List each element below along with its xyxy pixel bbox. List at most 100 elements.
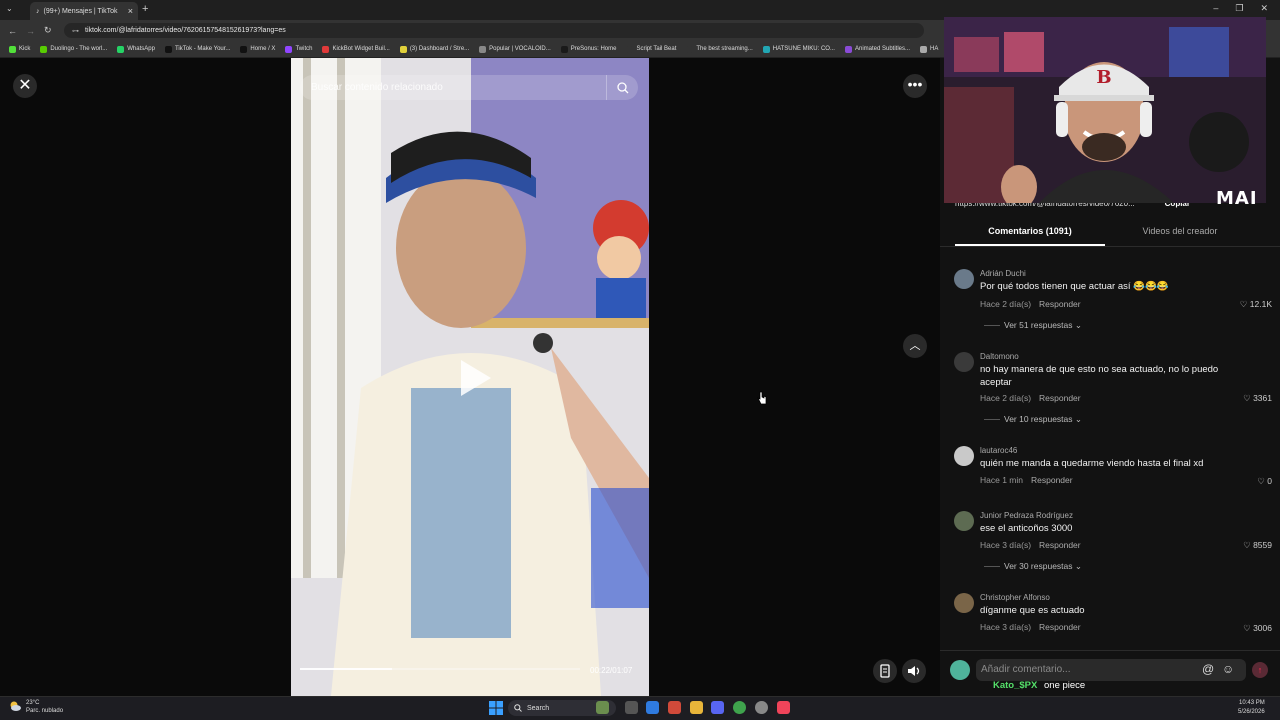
bookmark-item[interactable]: Home / X xyxy=(235,45,280,53)
comment-username[interactable]: lautaroc46 xyxy=(980,446,1017,455)
bookmark-favicon-icon xyxy=(40,45,48,53)
close-tab-icon[interactable]: × xyxy=(128,6,133,16)
comment-item: Daltomono no hay manera de que esto no se… xyxy=(954,352,1274,424)
forward-button[interactable]: → xyxy=(26,26,36,36)
tab-creator-videos[interactable]: Videos del creador xyxy=(1105,226,1255,246)
app-icon[interactable] xyxy=(668,701,681,714)
bookmark-item[interactable]: Kick xyxy=(4,45,35,53)
avatar[interactable] xyxy=(954,511,974,531)
volume-icon[interactable] xyxy=(902,659,926,683)
address-bar[interactable]: ⊶ tiktok.com/@lafridatorres/video/762061… xyxy=(64,23,924,38)
widget-icon[interactable] xyxy=(596,701,609,714)
bookmark-favicon-icon xyxy=(844,45,852,53)
settings-icon[interactable] xyxy=(755,701,768,714)
play-icon[interactable] xyxy=(455,358,495,398)
bookmark-label: WhatsApp xyxy=(127,46,155,52)
emoji-icon[interactable]: ☺ xyxy=(1222,662,1234,676)
bookmark-item[interactable]: (3) Dashboard / Stre... xyxy=(395,45,474,53)
view-replies-button[interactable]: Ver 10 respuestas ⌄ xyxy=(984,414,1082,425)
bookmark-label: Popular | VOCALOID... xyxy=(489,46,551,52)
reload-button[interactable]: ↻ xyxy=(44,25,54,36)
comment-text: díganme que es actuado xyxy=(980,605,1085,616)
bookmark-item[interactable]: Duolingo - The worl... xyxy=(35,45,112,53)
bookmark-item[interactable]: HATSUNE MIKU: CO... xyxy=(758,45,840,53)
reply-button[interactable]: Responder xyxy=(1039,393,1081,403)
avatar[interactable] xyxy=(954,446,974,466)
like-button[interactable]: ♡ 12.1K xyxy=(1240,299,1272,310)
comment-meta: Hace 2 día(s) Responder xyxy=(980,299,1081,309)
bookmark-favicon-icon xyxy=(9,45,16,53)
search-related-placeholder: Buscar contenido relacionado xyxy=(311,82,443,93)
bookmark-favicon-icon xyxy=(479,45,487,53)
caption-toggle-icon[interactable] xyxy=(873,659,897,683)
close-window-button[interactable]: ✕ xyxy=(1260,3,1268,14)
bookmark-item[interactable]: WhatsApp xyxy=(112,45,160,53)
tab-search-icon[interactable]: ⌄ xyxy=(6,4,13,13)
bookmark-item[interactable]: HA xyxy=(915,45,943,53)
heart-icon: ♡ xyxy=(1243,623,1251,633)
maximize-button[interactable]: ❐ xyxy=(1235,3,1243,14)
comment-username[interactable]: Christopher Alfonso xyxy=(980,593,1050,602)
tab-comments[interactable]: Comentarios (1091) xyxy=(955,226,1105,246)
file-explorer-icon[interactable] xyxy=(690,701,703,714)
like-button[interactable]: ♡ 0 xyxy=(1257,476,1272,487)
bookmark-item[interactable]: Script Tail Beat xyxy=(621,45,681,53)
reply-button[interactable]: Responder xyxy=(1039,299,1081,309)
minimize-button[interactable]: – xyxy=(1213,3,1218,14)
edge-icon[interactable] xyxy=(646,701,659,714)
bookmark-item[interactable]: The best streaming... xyxy=(681,45,757,53)
avatar[interactable] xyxy=(954,593,974,613)
comment-time: Hace 2 día(s) xyxy=(980,299,1032,309)
like-button[interactable]: ♡ 3006 xyxy=(1243,623,1272,634)
previous-video-button[interactable]: ︿ xyxy=(903,334,927,358)
discord-icon[interactable] xyxy=(711,701,724,714)
bookmark-item[interactable]: Animated Subtitles... xyxy=(840,45,915,53)
streamer-logo: MAI xyxy=(1216,188,1258,209)
bookmark-item[interactable]: Popular | VOCALOID... xyxy=(474,45,556,53)
reply-button[interactable]: Responder xyxy=(1031,475,1073,485)
bookmark-item[interactable]: TikTok - Make Your... xyxy=(160,45,235,53)
comment-item: Junior Pedraza Rodríguez ese el anticoños… xyxy=(954,511,1274,571)
system-clock[interactable]: 10:43 PM 5/26/2026 xyxy=(1238,699,1265,717)
comment-text: no hay manera de que esto no sea actuado… xyxy=(980,364,1219,388)
chrome-icon[interactable] xyxy=(733,701,746,714)
comment-meta: Hace 3 día(s) Responder xyxy=(980,622,1081,632)
mention-icon[interactable]: @ xyxy=(1202,662,1214,676)
more-options-icon[interactable]: ••• xyxy=(903,74,927,98)
view-replies-label: Ver 10 respuestas xyxy=(1004,414,1073,424)
avatar[interactable] xyxy=(954,269,974,289)
search-icon[interactable] xyxy=(606,75,638,100)
comment-item: lautaroc46 quién me manda a quedarme vien… xyxy=(954,446,1274,506)
new-tab-button[interactable]: + xyxy=(142,3,148,15)
svg-text:B: B xyxy=(1096,67,1111,88)
comment-username[interactable]: Junior Pedraza Rodríguez xyxy=(980,511,1073,520)
windows-start-icon[interactable] xyxy=(489,701,503,715)
bookmark-item[interactable]: KickBot Widget Buil... xyxy=(317,45,394,53)
browser-tab[interactable]: ♪ (99+) Mensajes | TikTok × xyxy=(30,2,138,20)
reply-button[interactable]: Responder xyxy=(1039,540,1081,550)
bookmark-item[interactable]: PreSonus: Home xyxy=(556,45,622,53)
bookmark-item[interactable]: Twitch xyxy=(280,45,317,53)
comment-username[interactable]: Adrián Duchi xyxy=(980,269,1026,278)
bookmark-label: HA xyxy=(930,46,939,52)
site-info-icon[interactable]: ⊶ xyxy=(72,27,79,35)
weather-widget[interactable]: 23°C Parc. nublado xyxy=(8,699,63,715)
close-video-button[interactable]: ✕ xyxy=(13,74,37,98)
search-related-input[interactable]: Buscar contenido relacionado xyxy=(300,75,638,100)
chat-username: Kato_$PX xyxy=(993,680,1038,691)
like-button[interactable]: ♡ 3361 xyxy=(1243,393,1272,404)
music-app-icon[interactable] xyxy=(777,701,790,714)
avatar[interactable] xyxy=(954,352,974,372)
window-controls: – ❐ ✕ xyxy=(1213,3,1268,14)
heart-icon: ♡ xyxy=(1257,476,1265,486)
comment-username[interactable]: Daltomono xyxy=(980,352,1019,361)
view-replies-button[interactable]: Ver 30 respuestas ⌄ xyxy=(984,561,1082,572)
bookmark-label: PreSonus: Home xyxy=(570,46,617,52)
task-view-icon[interactable] xyxy=(625,701,638,714)
view-replies-button[interactable]: Ver 51 respuestas ⌄ xyxy=(984,320,1082,331)
like-button[interactable]: ♡ 8559 xyxy=(1243,540,1272,551)
back-button[interactable]: ← xyxy=(8,26,18,36)
send-comment-button[interactable]: ↑ xyxy=(1252,662,1268,678)
weather-icon xyxy=(10,701,21,711)
reply-button[interactable]: Responder xyxy=(1039,622,1081,632)
